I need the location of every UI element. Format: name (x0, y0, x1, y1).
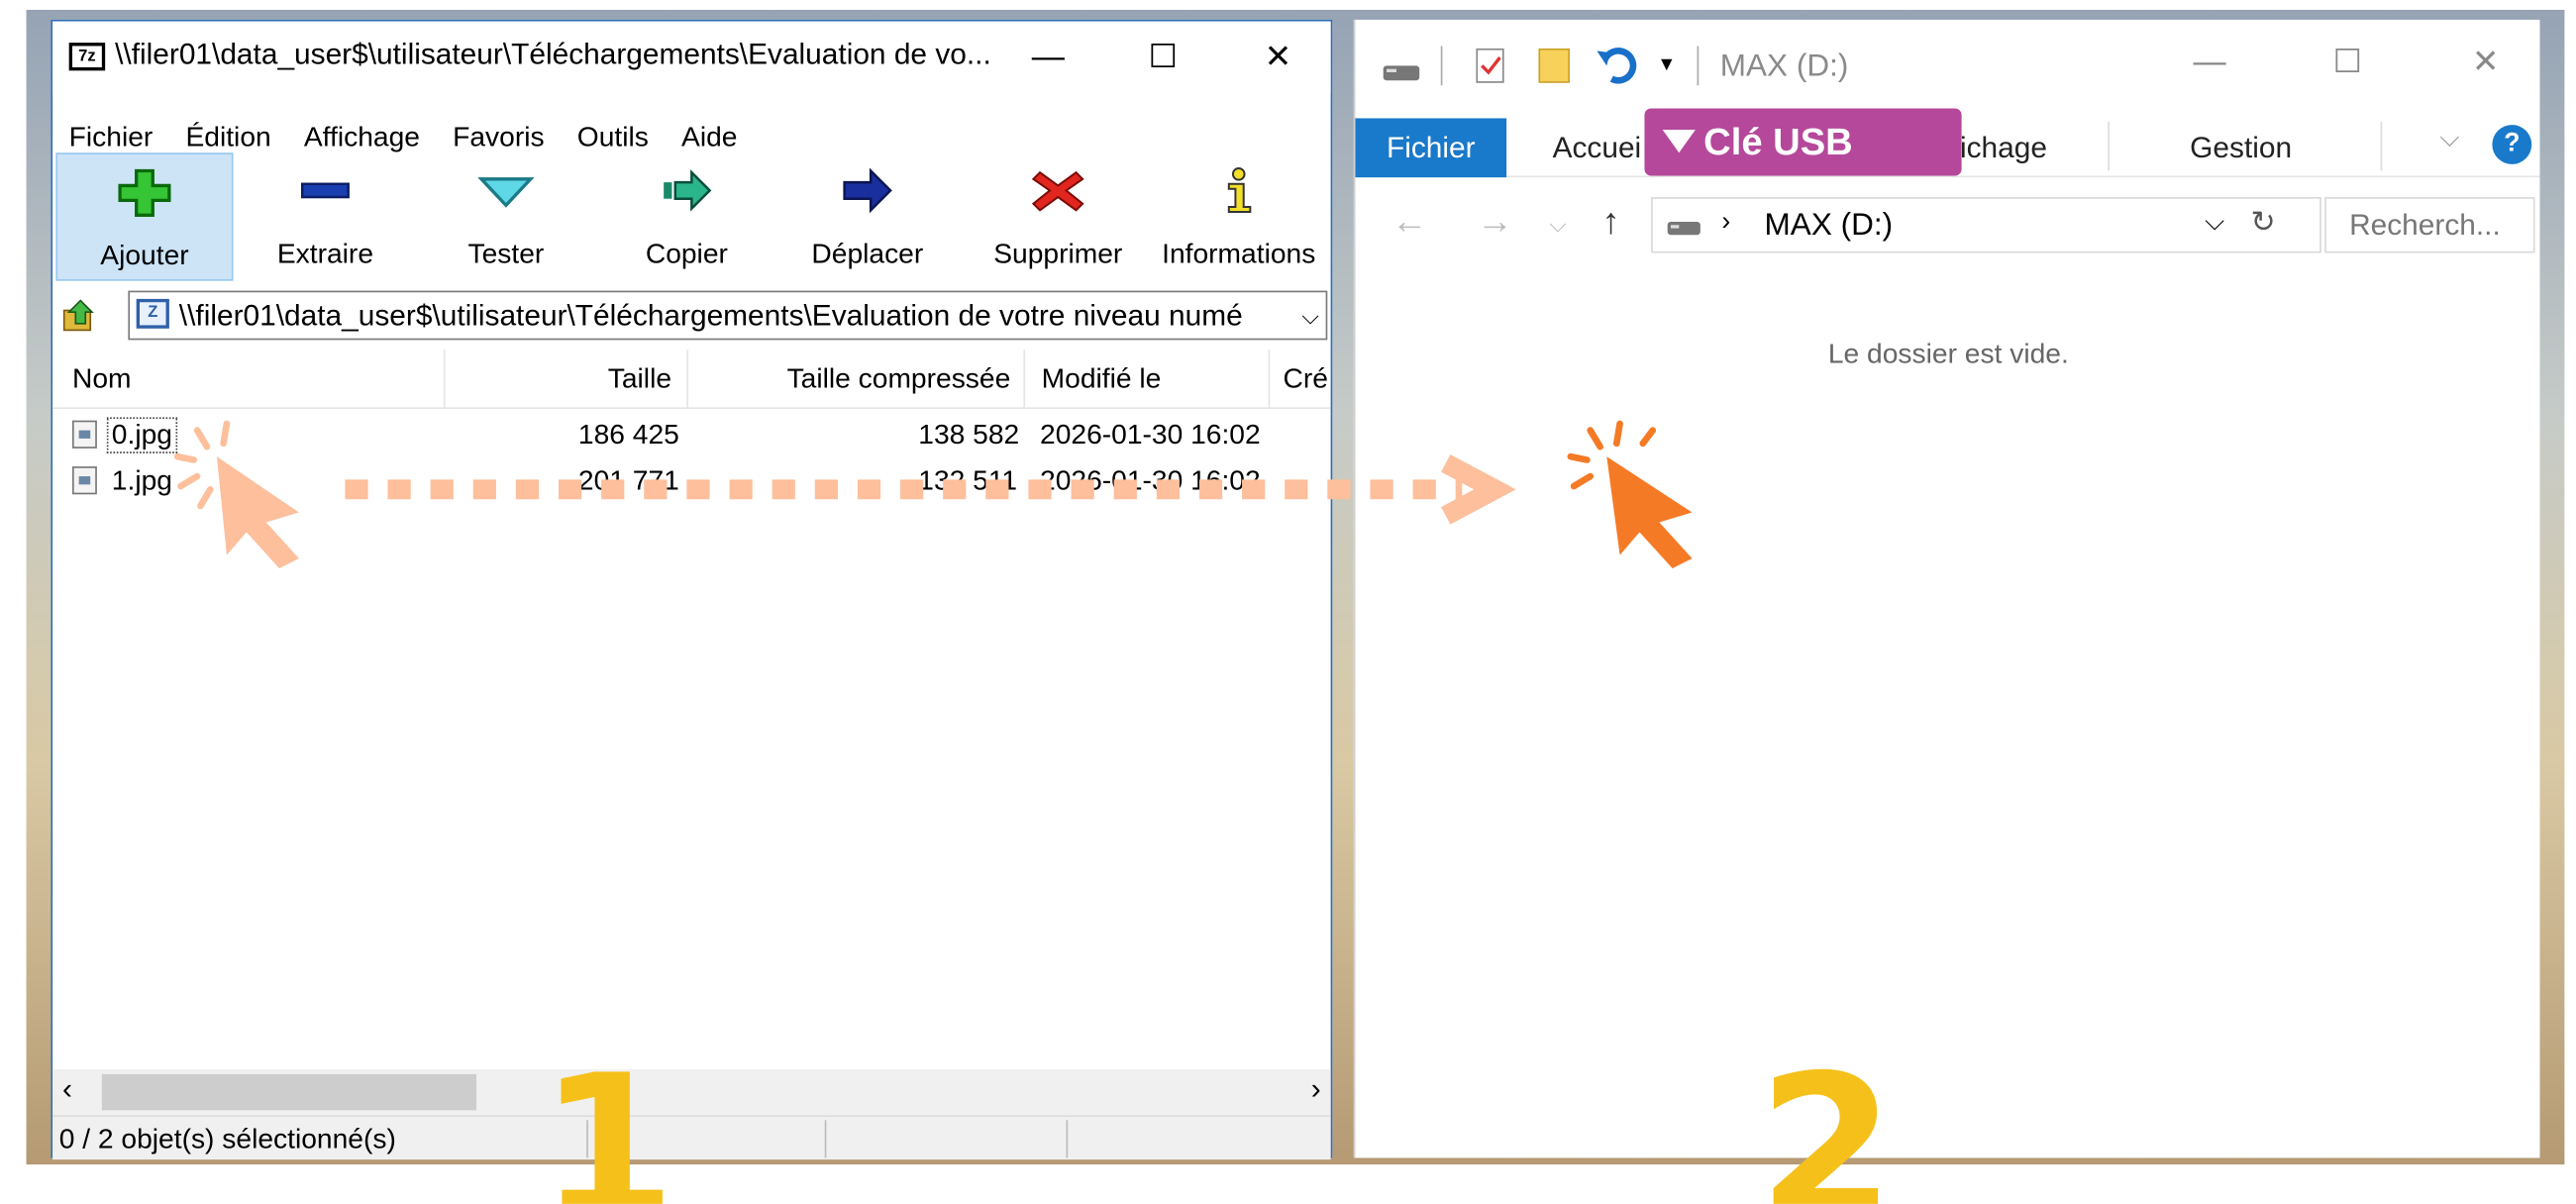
arrow-head-icon (1441, 453, 1516, 525)
cursor-start-icon (173, 420, 299, 568)
cursor-drop-icon (1567, 420, 1693, 568)
step-number-2: 2 (1757, 1035, 1896, 1204)
step-number-1: 1 (539, 1035, 676, 1204)
drag-annotation (173, 420, 1693, 568)
